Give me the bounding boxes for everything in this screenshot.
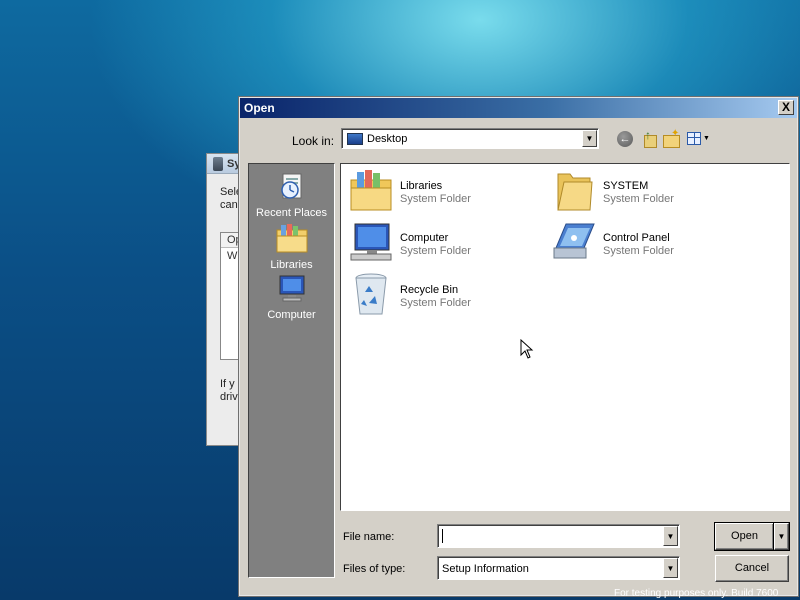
item-type: System Folder (400, 193, 471, 205)
item-name: SYSTEM (603, 180, 649, 192)
item-type: System Folder (400, 245, 471, 257)
mouse-cursor-icon (520, 339, 534, 359)
place-label: Libraries (270, 259, 313, 271)
list-item-recycle-bin[interactable]: Recycle Bin System Folder (343, 270, 533, 318)
places-bar: Recent Places Libraries Computer (248, 163, 335, 578)
control-panel-icon (553, 223, 595, 259)
look-in-dropdown[interactable]: Desktop ▼ (341, 128, 599, 149)
files-of-type-dropdown[interactable]: Setup Information ▼ (437, 556, 680, 580)
background-dialog-text-2: can (220, 199, 238, 211)
item-name: Recycle Bin (400, 284, 459, 296)
text-caret (442, 529, 443, 543)
item-name: Computer (400, 232, 449, 244)
place-recent-places[interactable]: Recent Places (249, 170, 334, 219)
list-item-computer[interactable]: Computer System Folder (343, 218, 533, 266)
chevron-down-icon[interactable]: ▼ (663, 526, 678, 546)
file-name-label: File name: (343, 531, 395, 543)
list-item-control-panel[interactable]: Control Panel System Folder (546, 218, 736, 266)
libraries-icon (276, 224, 307, 253)
cancel-button[interactable]: Cancel (715, 555, 789, 582)
new-folder-icon (663, 128, 680, 148)
item-type: System Folder (400, 297, 471, 309)
computer-icon (279, 275, 304, 302)
up-one-level-button[interactable] (639, 128, 659, 149)
place-libraries[interactable]: Libraries (249, 222, 334, 271)
chevron-down-icon: ▼ (777, 532, 786, 541)
up-folder-icon (642, 128, 657, 148)
item-type: System Folder (603, 193, 674, 205)
files-of-type-value: Setup Information (442, 563, 529, 575)
open-dropdown-button[interactable]: ▼ (773, 522, 790, 551)
list-item-libraries[interactable]: Libraries System Folder (343, 166, 533, 214)
recycle-bin-icon (355, 273, 387, 315)
open-dialog: Open X Look in: Desktop ▼ ← ▼ (238, 96, 799, 597)
files-of-type-label: Files of type: (343, 563, 406, 575)
place-label: Recent Places (256, 207, 327, 219)
background-dialog-footer-1: If y (220, 378, 235, 390)
new-folder-button[interactable] (661, 128, 681, 149)
dialog-title: Open (244, 101, 275, 115)
view-menu-button[interactable]: ▼ (685, 129, 711, 149)
place-label: Computer (267, 309, 316, 321)
look-in-value: Desktop (367, 133, 408, 145)
libraries-folder-icon (350, 170, 392, 211)
item-name: Control Panel (603, 232, 670, 244)
look-in-label: Look in: (292, 134, 335, 148)
chevron-down-icon[interactable]: ▼ (663, 558, 678, 578)
computer-icon (350, 223, 392, 261)
background-dialog-footer-2: driv (220, 391, 238, 403)
desktop-icon (347, 133, 363, 145)
system-icon (213, 157, 223, 171)
file-list[interactable]: Libraries System Folder SYSTEM System Fo… (340, 163, 790, 511)
open-button[interactable]: Open (714, 522, 775, 551)
item-type: System Folder (603, 245, 674, 257)
build-watermark: For testing purposes only. Build 7600 (614, 588, 779, 599)
view-menu-icon: ▼ (687, 132, 710, 146)
item-name: Libraries (400, 180, 443, 192)
chevron-down-icon[interactable]: ▼ (582, 130, 597, 147)
dialog-titlebar[interactable]: Open X (240, 98, 797, 118)
list-item-system[interactable]: SYSTEM System Folder (546, 166, 736, 214)
close-button[interactable]: X (778, 100, 794, 115)
back-button[interactable]: ← (615, 129, 635, 149)
recent-places-icon (280, 173, 301, 199)
folder-icon (557, 173, 593, 211)
place-computer[interactable]: Computer (249, 274, 334, 321)
close-icon: X (781, 100, 790, 114)
file-name-input[interactable]: ▼ (437, 524, 680, 548)
back-arrow-icon: ← (617, 131, 633, 147)
